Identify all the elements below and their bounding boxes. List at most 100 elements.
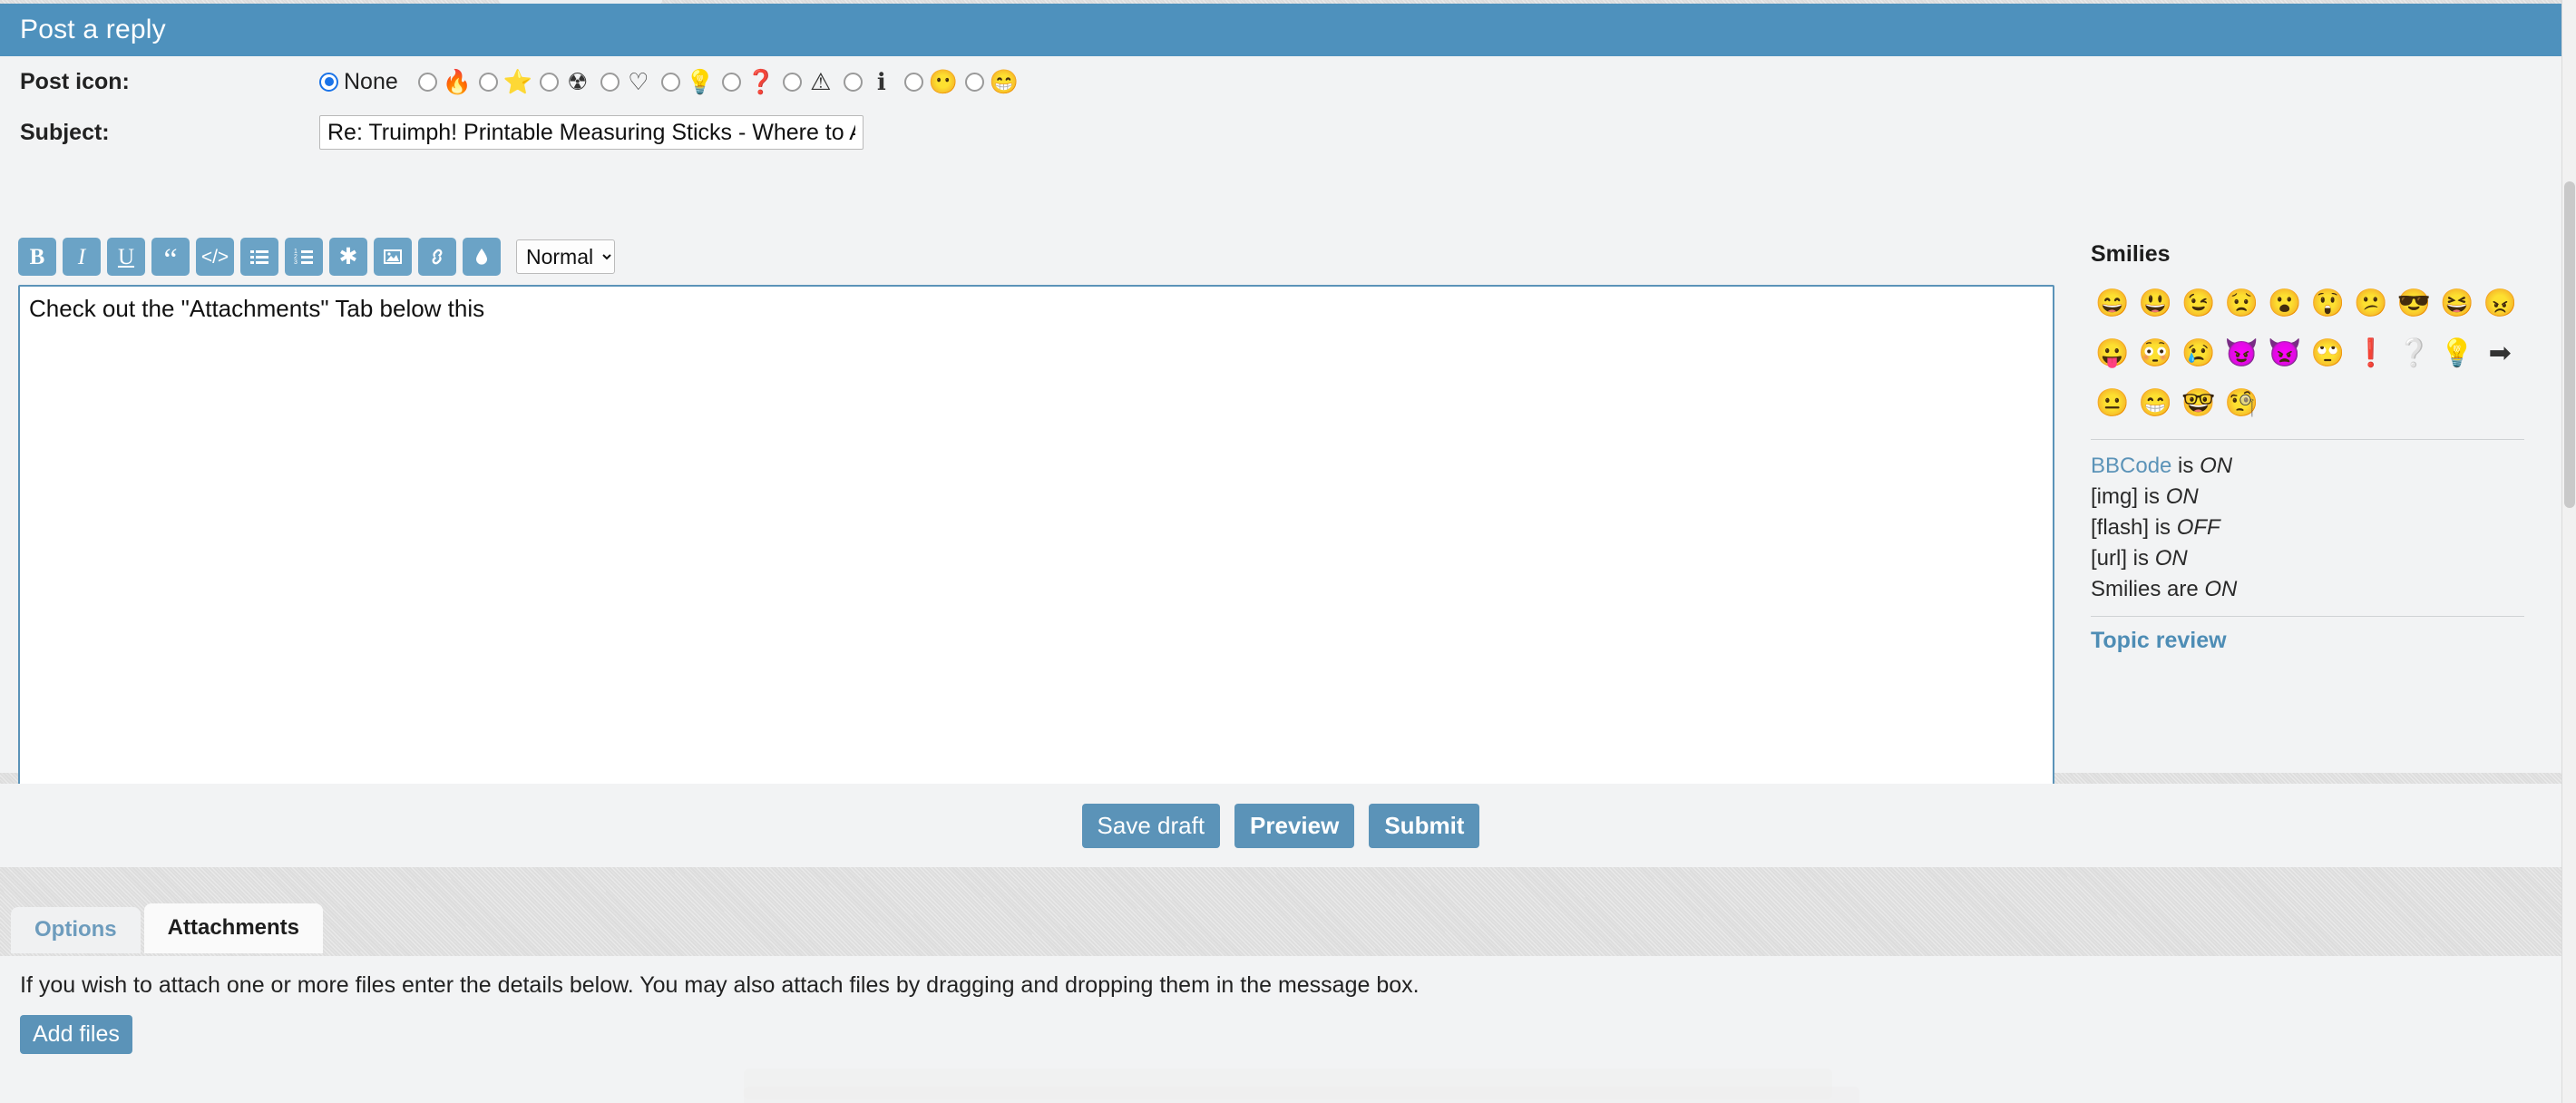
post-icon-choice-info[interactable]: ℹ [843, 70, 895, 93]
link-button[interactable] [418, 238, 456, 276]
smiley-rolleyes-icon[interactable]: 🙄 [2307, 328, 2350, 378]
smiley-surprised-icon[interactable]: 😲 [2307, 278, 2350, 328]
smiley-laugh-icon[interactable]: 😆 [2435, 278, 2479, 328]
tab-options[interactable]: Options [11, 907, 141, 954]
quote-button[interactable]: “ [151, 238, 190, 276]
radio-smiley-yellow[interactable] [903, 72, 923, 92]
smiley-cool-icon[interactable]: 😎 [2393, 278, 2436, 328]
smiley-question-icon[interactable]: ❔ [2393, 328, 2436, 378]
bbcode-status-line: BBCode is ON [2091, 451, 2544, 482]
list-item-button[interactable]: ✱ [329, 238, 367, 276]
italic-button[interactable]: I [63, 238, 101, 276]
code-button[interactable]: </> [196, 238, 234, 276]
smiley-wink-icon[interactable]: 😉 [2177, 278, 2220, 328]
tab-attachments[interactable]: Attachments [143, 903, 324, 954]
smiley-big-smile-icon[interactable]: 😃 [2134, 278, 2178, 328]
attachments-description: If you wish to attach one or more files … [20, 972, 1420, 998]
smiley-tongue-icon[interactable]: 😛 [2091, 328, 2134, 378]
radio-radiation[interactable] [539, 72, 559, 92]
smiley-grin-icon[interactable]: 😄 [2091, 278, 2134, 328]
attachment-tabs[interactable]: Options Attachments [11, 903, 324, 954]
smiley-arrow-icon[interactable]: ➡ [2479, 328, 2522, 378]
smiley-neutral-icon[interactable]: 😐 [2091, 378, 2134, 428]
save-draft-button[interactable]: Save draft [1081, 803, 1221, 848]
page-scrollbar[interactable] [2561, 0, 2576, 1103]
smiley-cry-icon[interactable]: 😢 [2177, 328, 2220, 378]
star-icon[interactable]: ⭐ [503, 70, 532, 93]
post-icon-choice-lightbulb[interactable]: 💡 [660, 70, 715, 93]
radio-warning[interactable] [782, 72, 802, 92]
smilies-grid[interactable]: 😄 😃 😉 😟 😮 😲 😕 😎 😆 😠 😛 😳 😢 😈 👿 🙄 ❗ ❔ 💡 ➡ 😐 😁 🤓 🧐 [2091, 278, 2524, 428]
post-icon-choice-question[interactable]: ❓ [721, 70, 776, 93]
bbcode-status-line: [flash] is OFF [2091, 512, 2544, 543]
post-icon-none-label: None [344, 68, 398, 94]
post-icon-choice-smiley-green[interactable]: 😁 [964, 70, 1019, 93]
radio-heart[interactable] [600, 72, 620, 92]
submit-button[interactable]: Submit [1369, 803, 1480, 848]
font-size-select[interactable]: TinySmallNormalLargeHuge [516, 239, 615, 274]
panel-header: Post a reply [0, 4, 2561, 56]
smiley-mad-icon[interactable]: 😠 [2479, 278, 2522, 328]
radio-info[interactable] [843, 72, 863, 92]
radio-smiley-green[interactable] [964, 72, 984, 92]
topic-review-link[interactable]: Topic review [2091, 628, 2227, 654]
smiley-mrgreen-icon[interactable]: 😁 [2134, 378, 2178, 428]
add-files-button[interactable]: Add files [20, 1015, 132, 1054]
smiley-yellow-icon[interactable]: 😶 [929, 70, 958, 93]
bbcode-tag-label: Smilies [2091, 577, 2161, 602]
bbcode-verb: are [2161, 577, 2205, 602]
list-item-icon: ✱ [338, 243, 358, 269]
fire-icon[interactable]: 🔥 [443, 70, 472, 93]
radiation-icon[interactable]: ☢ [564, 70, 591, 93]
radio-question[interactable] [721, 72, 741, 92]
warning-icon[interactable]: ⚠ [807, 70, 834, 93]
underline-icon: U [117, 244, 135, 269]
background-panel-b [744, 1087, 1859, 1103]
post-icon-choice-heart[interactable]: ♡ [600, 70, 652, 93]
radio-lightbulb[interactable] [660, 72, 680, 92]
radio-none[interactable] [319, 72, 338, 92]
preview-button[interactable]: Preview [1234, 803, 1355, 848]
post-icon-choice-smiley-yellow[interactable]: 😶 [903, 70, 958, 93]
format-toolbar[interactable]: B I U “ </> 123 ✱ TinySmallNormalLargeHuge [18, 234, 2054, 279]
bbcode-status-line: [url] is ON [2091, 543, 2544, 574]
post-icon-choice-fire[interactable]: 🔥 [417, 70, 472, 93]
radio-star[interactable] [478, 72, 498, 92]
heart-icon[interactable]: ♡ [625, 70, 652, 93]
subject-input[interactable] [319, 115, 864, 150]
post-icon-options[interactable]: None 🔥 ⭐ ☢ ♡ 💡 ❓ ⚠ ℹ 😶 😁 [319, 69, 1026, 95]
radio-fire[interactable] [417, 72, 437, 92]
smiley-confused-icon[interactable]: 😕 [2349, 278, 2393, 328]
smiley-shocked-icon[interactable]: 😮 [2263, 278, 2307, 328]
post-icon-choice-star[interactable]: ⭐ [478, 70, 532, 93]
smiley-sad-icon[interactable]: 😟 [2220, 278, 2264, 328]
underline-button[interactable]: U [107, 238, 145, 276]
post-icon-choice-radiation[interactable]: ☢ [539, 70, 591, 93]
smiley-ugeek-icon[interactable]: 🧐 [2220, 378, 2264, 428]
bbcode-state: ON [2154, 546, 2188, 571]
question-icon[interactable]: ❓ [746, 70, 776, 93]
scrollbar-thumb[interactable] [2564, 181, 2575, 508]
smiley-green-icon[interactable]: 😁 [990, 70, 1019, 93]
font-color-button[interactable] [463, 238, 501, 276]
bold-button[interactable]: B [18, 238, 56, 276]
bbcode-link[interactable]: BBCode [2091, 454, 2171, 478]
unordered-list-button[interactable] [240, 238, 278, 276]
smiley-twisted-evil-icon[interactable]: 👿 [2263, 328, 2307, 378]
lightbulb-icon[interactable]: 💡 [686, 70, 715, 93]
smiley-embarrassed-icon[interactable]: 😳 [2134, 328, 2178, 378]
smiley-evil-icon[interactable]: 😈 [2220, 328, 2264, 378]
info-icon[interactable]: ℹ [868, 70, 895, 93]
message-textarea[interactable] [18, 285, 2054, 793]
smiley-geek-icon[interactable]: 🤓 [2177, 378, 2220, 428]
image-button[interactable] [374, 238, 412, 276]
post-icon-choice-warning[interactable]: ⚠ [782, 70, 834, 93]
ordered-list-button[interactable]: 123 [285, 238, 323, 276]
bbcode-state: ON [2200, 454, 2233, 478]
bbcode-verb: is [2138, 484, 2166, 510]
bbcode-verb: is [2127, 546, 2155, 571]
bbcode-tag-label: [flash] [2091, 515, 2150, 541]
post-icon-choice-none[interactable]: None [319, 69, 409, 95]
smiley-exclamation-icon[interactable]: ❗ [2349, 328, 2393, 378]
smiley-idea-icon[interactable]: 💡 [2435, 328, 2479, 378]
